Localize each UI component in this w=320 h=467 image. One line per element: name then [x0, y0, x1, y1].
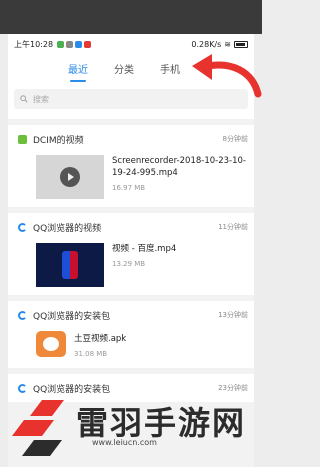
list-item[interactable]: 视频 - 百度.mp4 13.29 MB — [8, 241, 254, 295]
file-name: 土豆视频.apk — [74, 334, 127, 344]
app-notification-icon — [57, 40, 65, 48]
section-title: QQ浏览器的视频 — [33, 223, 102, 234]
video-thumbnail — [36, 243, 104, 287]
folder-icon — [18, 134, 27, 144]
tab-recent[interactable]: 最近 — [68, 61, 88, 84]
play-icon — [60, 167, 80, 187]
section-time: 13分钟前 — [218, 311, 248, 319]
file-size: 31.08 MB — [74, 350, 108, 358]
file-size: 16.97 MB — [112, 184, 146, 192]
nba-logo-icon — [62, 251, 78, 279]
section-title: QQ浏览器的安装包 — [33, 311, 111, 322]
qq-browser-icon — [18, 222, 27, 232]
notification-icons — [57, 40, 92, 48]
message-icon — [66, 40, 74, 48]
search-icon — [20, 95, 28, 103]
watermark-logo-icon — [12, 400, 64, 456]
file-info: Screenrecorder-2018-10-23-10-19-24-995.m… — [104, 155, 248, 199]
file-name: 视频 - 百度.mp4 — [112, 244, 177, 254]
video-thumbnail — [36, 155, 104, 199]
battery-icon — [234, 40, 248, 48]
wifi-icon: ≋ — [224, 39, 231, 49]
section-header[interactable]: QQ浏览器的视频 11分钟前 — [8, 213, 254, 241]
tab-phone[interactable]: 手机 — [160, 61, 180, 84]
red-arrow-annotation-icon — [192, 54, 262, 98]
section-qq-videos: QQ浏览器的视频 11分钟前 视频 - 百度.mp4 13.29 MB — [8, 213, 254, 295]
section-header[interactable]: DCIM的视频 8分钟前 — [8, 125, 254, 153]
status-time: 上午10:28 — [14, 39, 54, 49]
qq-notification-icon — [75, 40, 83, 48]
app-face-icon — [43, 337, 59, 351]
net-speed: 0.28K/s — [191, 39, 222, 49]
section-title: DCIM的视频 — [33, 135, 84, 146]
app-notification-icon — [84, 40, 92, 48]
status-right: 0.28K/s ≋ — [191, 40, 248, 49]
tab-category[interactable]: 分类 — [114, 61, 134, 84]
list-item[interactable]: 土豆视频.apk 31.08 MB — [8, 329, 254, 368]
section-header[interactable]: QQ浏览器的安装包 13分钟前 — [8, 301, 254, 329]
file-name: Screenrecorder-2018-10-23-10-19-24-995.m… — [112, 156, 246, 178]
status-bar: 上午10:28 0.28K/s ≋ — [8, 34, 254, 54]
search-placeholder: 搜索 — [33, 94, 49, 104]
watermark-url: www.leiucn.com — [92, 438, 157, 447]
section-dcim-videos: DCIM的视频 8分钟前 Screenrecorder-2018-10-23-1… — [8, 125, 254, 207]
device-frame — [0, 0, 262, 34]
file-size: 13.29 MB — [112, 260, 146, 268]
list-item[interactable]: Screenrecorder-2018-10-23-10-19-24-995.m… — [8, 153, 254, 207]
file-info: 土豆视频.apk 31.08 MB — [66, 331, 126, 360]
qq-browser-icon — [18, 310, 27, 320]
file-info: 视频 - 百度.mp4 13.29 MB — [104, 243, 176, 287]
watermark: 雷羽手游网 www.leiucn.com — [0, 388, 262, 467]
section-time: 8分钟前 — [222, 135, 248, 143]
section-time: 11分钟前 — [218, 223, 248, 231]
tudou-app-icon — [36, 331, 66, 357]
section-qq-apk: QQ浏览器的安装包 13分钟前 土豆视频.apk 31.08 MB — [8, 301, 254, 368]
